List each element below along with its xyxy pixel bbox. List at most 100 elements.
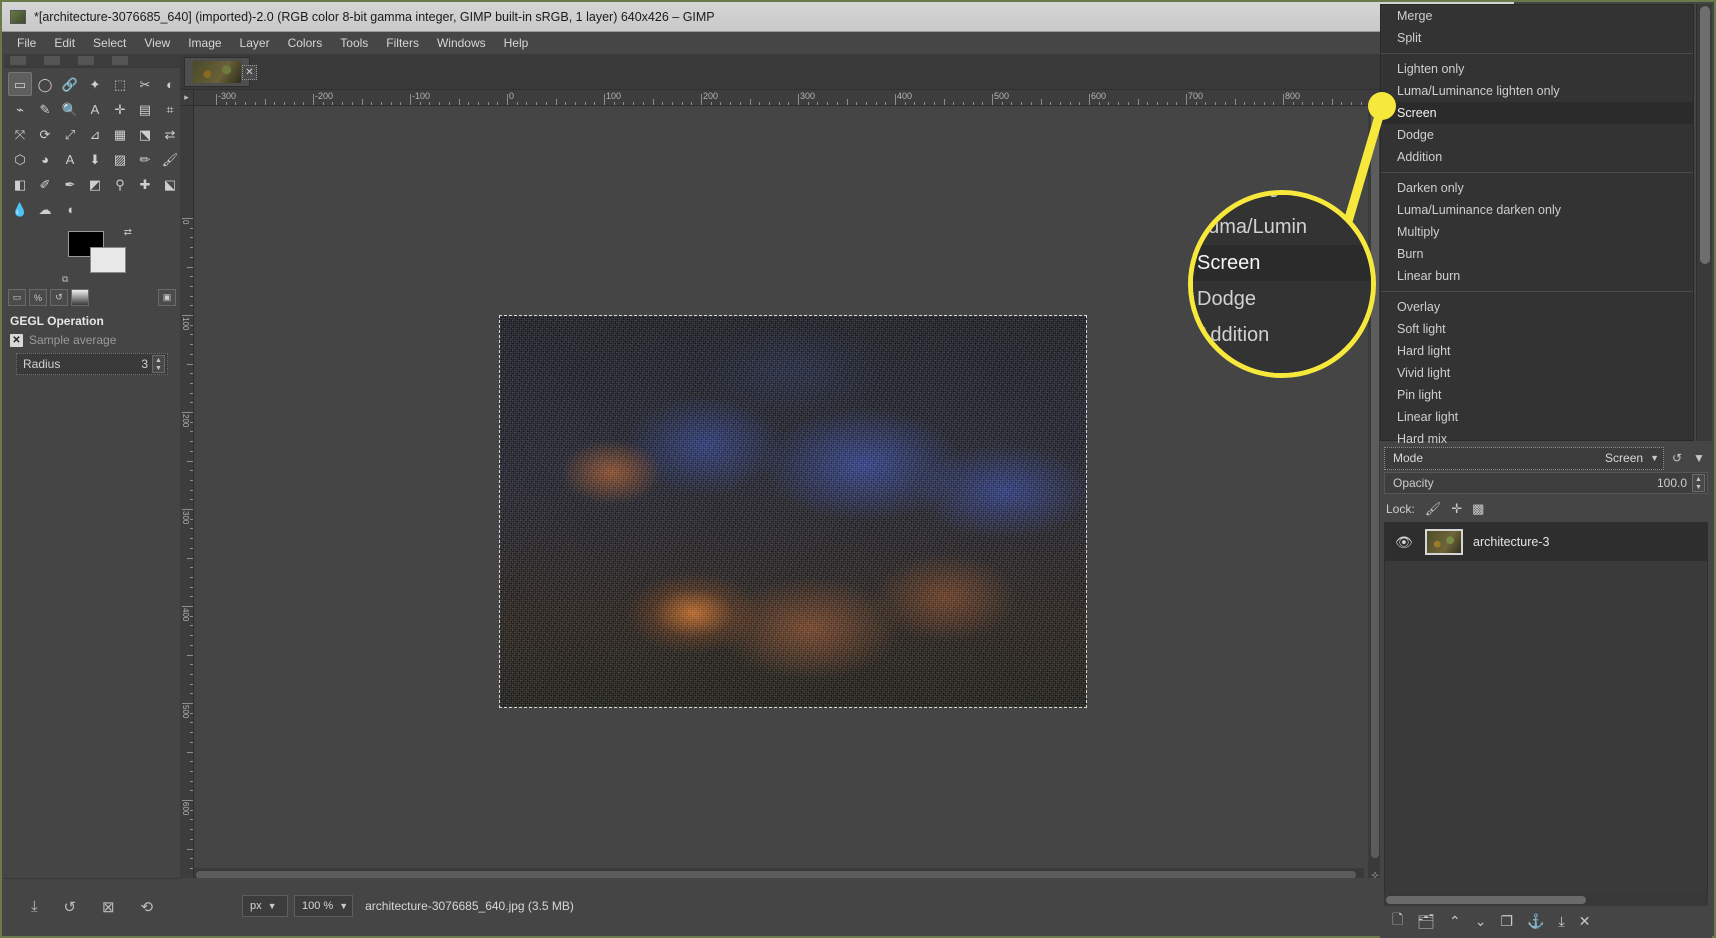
move-icon[interactable]: ✛	[108, 97, 132, 121]
perspective-clone-icon[interactable]: ⬕	[158, 172, 182, 196]
menu-item-edit[interactable]: Edit	[45, 33, 84, 53]
select-by-color-icon[interactable]: ⬚	[108, 72, 132, 96]
save-tool-preset-icon[interactable]: ⤓	[31, 898, 38, 915]
menu-item-pin-light[interactable]: Pin light	[1381, 384, 1693, 406]
bucket-fill-icon[interactable]: ⬇	[83, 147, 107, 171]
unified-transform-icon[interactable]: ⤧	[8, 122, 32, 146]
chevron-down-icon[interactable]: ▼	[1650, 453, 1659, 463]
layer-mode-select[interactable]: Mode Screen ▼	[1384, 447, 1664, 470]
free-select-icon[interactable]: 🔗	[58, 72, 82, 96]
image-indicator-icon[interactable]: ▣	[158, 289, 176, 306]
opacity-value[interactable]: 100.0	[1657, 476, 1687, 490]
menu-item-luma-luminance-darken-only[interactable]: Luma/Luminance darken only	[1381, 199, 1693, 221]
foreground-select-icon[interactable]: ◐	[158, 72, 182, 96]
eraser-icon[interactable]: ◧	[8, 172, 32, 196]
eye-icon[interactable]: 👁	[1395, 534, 1415, 551]
menu-item-dodge[interactable]: Dodge	[1381, 124, 1693, 146]
menu-item-help[interactable]: Help	[495, 33, 538, 53]
vertical-ruler[interactable]: 0100200300400500600700	[180, 106, 194, 882]
heal-icon[interactable]: ✚	[133, 172, 157, 196]
airbrush-icon[interactable]: ✐	[33, 172, 57, 196]
radius-value[interactable]: 3	[141, 357, 148, 371]
menu-item-screen[interactable]: Screen	[1381, 102, 1693, 124]
scrollbar-thumb[interactable]	[1386, 896, 1586, 904]
close-icon[interactable]: ✕	[242, 65, 257, 80]
menu-item-filters[interactable]: Filters	[377, 33, 428, 53]
ink-icon[interactable]: ✒	[58, 172, 82, 196]
measure-icon[interactable]: A	[83, 97, 107, 121]
lock-alpha-icon[interactable]: ▩	[1472, 501, 1484, 517]
warp-transform-icon[interactable]: ◕	[33, 147, 57, 171]
restore-tool-preset-icon[interactable]: ↺	[64, 898, 77, 916]
radius-stepper[interactable]: ▲ ▼	[152, 355, 165, 373]
close-icon[interactable]: ✕	[10, 334, 23, 347]
active-gradient-icon[interactable]	[71, 289, 89, 306]
menu-item-darken-only[interactable]: Darken only	[1381, 177, 1693, 199]
ellipse-select-icon[interactable]: ◯	[33, 72, 57, 96]
scrollbar-thumb[interactable]	[1371, 108, 1379, 858]
text-icon[interactable]: A	[58, 147, 82, 171]
rotate-icon[interactable]: ⟳	[33, 122, 57, 146]
menu-item-addition[interactable]: Addition	[1381, 146, 1693, 168]
scrollbar-thumb[interactable]	[1700, 6, 1710, 264]
align-icon[interactable]: ▤	[133, 97, 157, 121]
menu-item-lighten-only[interactable]: Lighten only	[1381, 58, 1693, 80]
menu-item-burn[interactable]: Burn	[1381, 243, 1693, 265]
shear-icon[interactable]: ⊿	[83, 122, 107, 146]
fuzzy-select-icon[interactable]: ✦	[83, 72, 107, 96]
chevron-down-icon[interactable]: ▼	[153, 364, 164, 372]
crop-icon[interactable]: ⌗	[158, 97, 182, 121]
reset-colors-icon[interactable]: ⧉	[62, 274, 68, 285]
layer-name[interactable]: architecture-3	[1473, 535, 1549, 549]
lock-pixels-icon[interactable]: 🖌	[1425, 501, 1442, 517]
blend-mode-menu[interactable]: MergeSplit Lighten onlyLuma/Luminance lig…	[1380, 4, 1694, 441]
duplicate-layer-icon[interactable]: ❐	[1501, 913, 1514, 930]
menu-item-view[interactable]: View	[135, 33, 179, 53]
lock-position-icon[interactable]: ✛	[1451, 501, 1462, 517]
zoom-select[interactable]: 100 % ▼	[294, 895, 353, 917]
menu-item-layer[interactable]: Layer	[231, 33, 279, 53]
raise-layer-icon[interactable]: ⌃	[1449, 913, 1461, 930]
delete-tool-preset-icon[interactable]: ⊠	[102, 898, 115, 916]
swap-colors-icon[interactable]: ⇄	[124, 227, 132, 238]
menu-item-tools[interactable]: Tools	[331, 33, 377, 53]
delete-layer-icon[interactable]: ✕	[1579, 913, 1591, 930]
reset-icon[interactable]: ↺	[1668, 448, 1686, 468]
menu-item-soft-light[interactable]: Soft light	[1381, 318, 1693, 340]
menu-item-linear-light[interactable]: Linear light	[1381, 406, 1693, 428]
table-row[interactable]: 👁 architecture-3	[1385, 523, 1707, 561]
paintbrush-icon[interactable]: 🖌	[158, 147, 182, 171]
menu-item-split[interactable]: Split	[1381, 27, 1693, 49]
image-canvas[interactable]	[500, 316, 1086, 707]
brush-indicator-icon[interactable]: ▭	[8, 289, 26, 306]
merge-layer-icon[interactable]: ⤓	[1559, 913, 1565, 930]
scale-icon[interactable]: ⤢	[58, 122, 82, 146]
menu-item-merge[interactable]: Merge	[1381, 5, 1693, 27]
menu-item-hard-light[interactable]: Hard light	[1381, 340, 1693, 362]
lower-layer-icon[interactable]: ⌄	[1475, 913, 1487, 930]
menu-item-luma-luminance-lighten-only[interactable]: Luma/Luminance lighten only	[1381, 80, 1693, 102]
gradient-icon[interactable]: ▨	[108, 147, 132, 171]
gegl-operation-name[interactable]: Sample average	[29, 333, 116, 347]
opacity-stepper[interactable]: ▲ ▼	[1692, 474, 1705, 492]
smudge-icon[interactable]: ☁	[33, 197, 57, 221]
blur-sharpen-icon[interactable]: 💧	[8, 197, 32, 221]
ruler-menu-icon[interactable]: ▸	[180, 90, 194, 106]
gradient-indicator-icon[interactable]: ↺	[50, 289, 68, 306]
blend-mode-menu-scrollbar[interactable]	[1696, 4, 1712, 441]
horizontal-ruler[interactable]: -300-200-1000100200300400500600700800900	[194, 90, 1382, 106]
menu-item-image[interactable]: Image	[179, 33, 230, 53]
flip-icon[interactable]: ⇄	[158, 122, 182, 146]
pattern-indicator-icon[interactable]: %	[29, 289, 47, 306]
image-tab[interactable]: ✕	[184, 57, 250, 87]
reset-tool-options-icon[interactable]: ⟲	[140, 898, 153, 916]
color-picker-icon[interactable]: ✎	[33, 97, 57, 121]
unit-select[interactable]: px ▼	[242, 895, 288, 917]
menu-item-multiply[interactable]: Multiply	[1381, 221, 1693, 243]
perspective-icon[interactable]: ▦	[108, 122, 132, 146]
cage-transform-icon[interactable]: ⬡	[8, 147, 32, 171]
menu-item-vivid-light[interactable]: Vivid light	[1381, 362, 1693, 384]
paths-icon[interactable]: ⌁	[8, 97, 32, 121]
chevron-down-icon[interactable]: ▼	[1693, 483, 1704, 491]
rectangle-select-icon[interactable]: ▭	[8, 72, 32, 96]
